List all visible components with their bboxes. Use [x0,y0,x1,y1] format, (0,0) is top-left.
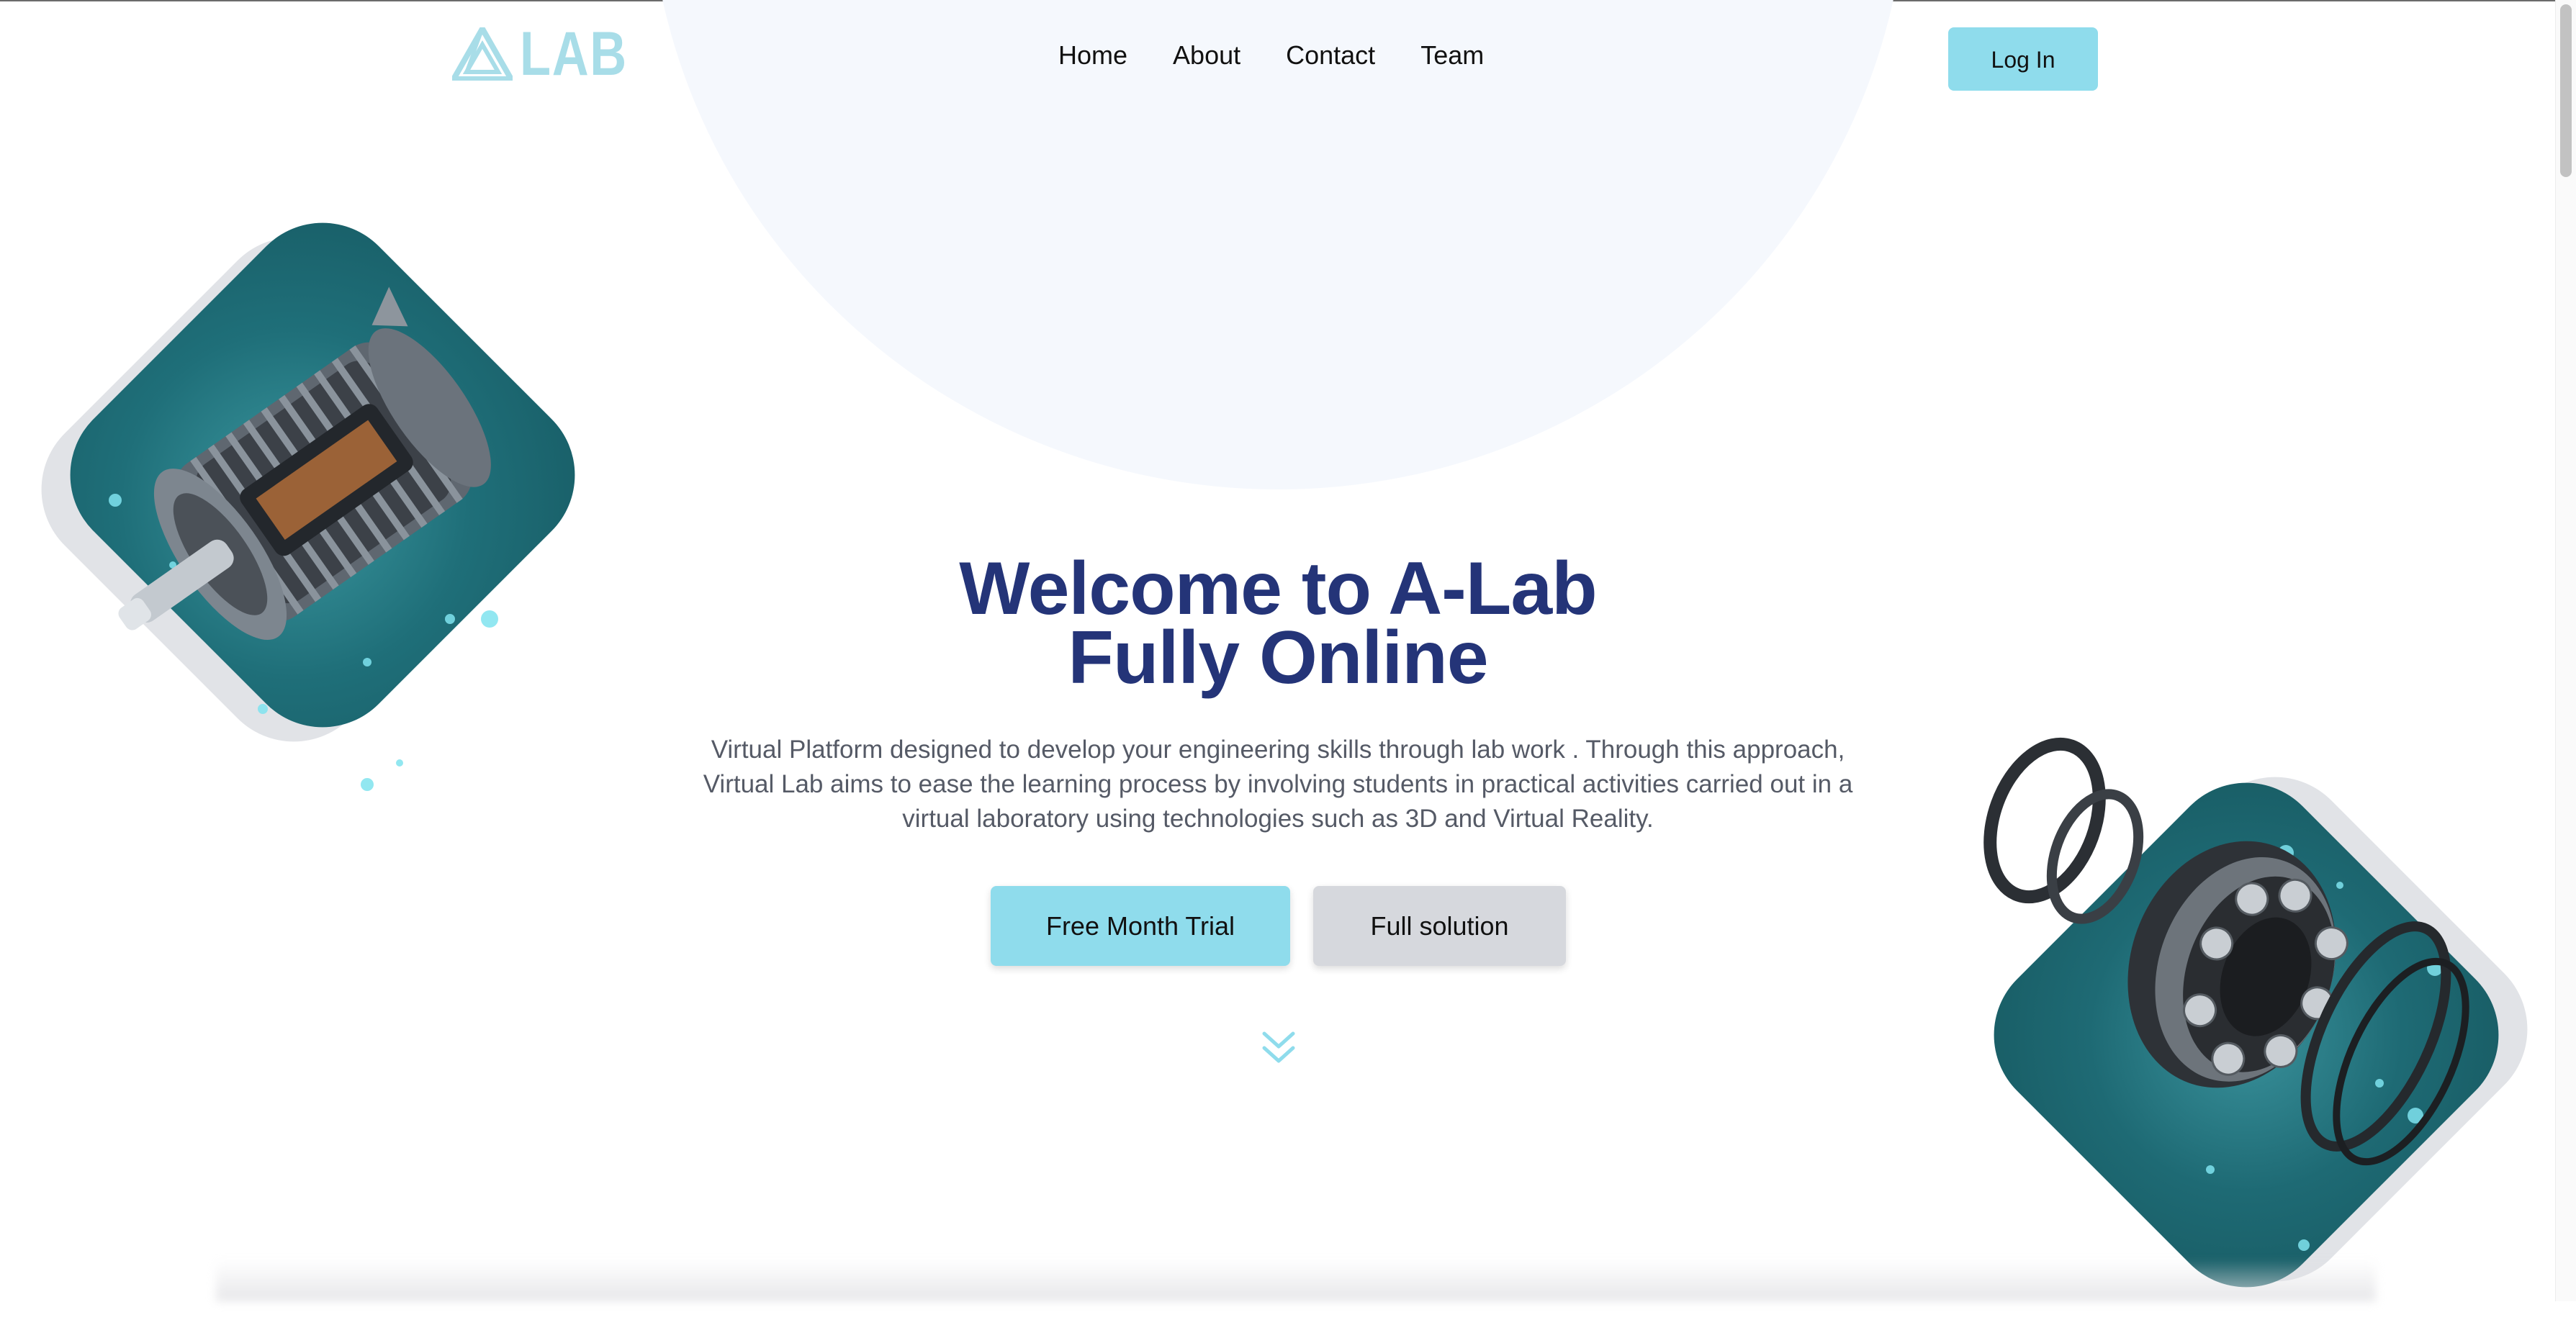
next-section-edge [216,1260,2376,1301]
nav-team-link[interactable]: Team [1420,40,1484,71]
nav-about-link[interactable]: About [1173,40,1240,71]
scrollbar-thumb[interactable] [2560,4,2572,177]
background-circle [648,0,1908,489]
hero-section: Welcome to A-Lab Fully Online Virtual Pl… [0,551,2556,836]
hero-description: Virtual Platform designed to develop you… [703,736,1853,833]
nav-home-link[interactable]: Home [1058,40,1127,71]
cta-buttons: Free Month Trial Full solution [991,886,1566,966]
free-trial-button[interactable]: Free Month Trial [991,886,1290,966]
logo[interactable]: LAB [452,19,652,89]
hero-title-line-2: Fully Online [1068,616,1488,700]
triangle-logo-icon [452,27,513,81]
double-chevron-down-icon[interactable] [1257,1028,1300,1071]
login-button[interactable]: Log In [1948,27,2098,91]
hero-title: Welcome to A-Lab Fully Online [0,551,2556,695]
page-scrollbar[interactable] [2555,0,2576,1301]
logo-text: LAB [520,19,628,89]
nav-contact-link[interactable]: Contact [1286,40,1375,71]
main-nav: Home About Contact Team [1058,40,1484,71]
full-solution-button[interactable]: Full solution [1313,886,1566,966]
